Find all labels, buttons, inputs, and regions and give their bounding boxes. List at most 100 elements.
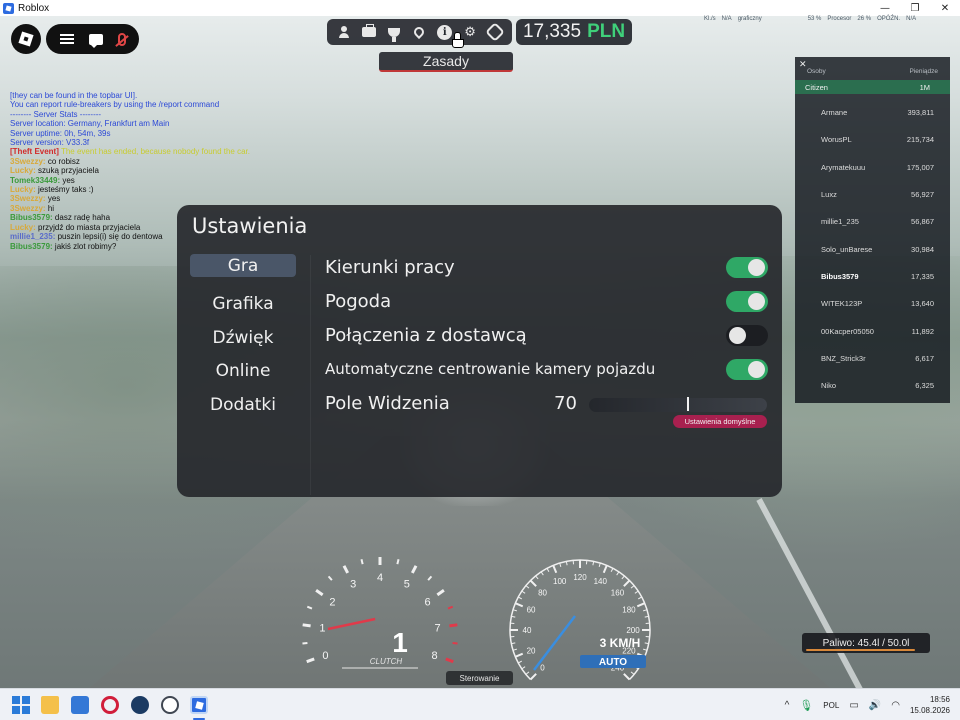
info-icon: i [437, 24, 453, 40]
leaderboard-row[interactable]: Arymatekuuu 175,007 [795, 154, 950, 181]
reset-defaults-button[interactable]: Ustawienia domyślne [673, 415, 767, 428]
volume-icon[interactable]: 🔊 [869, 700, 881, 711]
language-indicator[interactable]: POL [823, 701, 839, 710]
tray-chevron-icon[interactable]: ^ [785, 700, 790, 711]
chat-text: przyjdź do miasta przyjaciela [38, 222, 141, 232]
wifi-icon[interactable]: ◠ [891, 700, 900, 711]
chat-line: Server uptime: 0h, 54m, 39s [10, 129, 300, 138]
settings-tab-online[interactable]: Online [190, 355, 296, 389]
profile-button[interactable] [335, 23, 353, 41]
player-name: WITEK123P [821, 299, 863, 309]
speed-tick-label: 180 [622, 606, 636, 615]
rpm-tick-label: 1 [319, 622, 325, 634]
chat-text: puszin lepsi(i) się do dentowa [57, 232, 163, 242]
hamburger-menu-icon[interactable] [59, 34, 74, 44]
start-windows-icon[interactable] [12, 696, 30, 714]
speed-tick-label: 200 [626, 626, 640, 635]
leaderboard-row[interactable]: Bibus3579 17,335 [795, 263, 950, 290]
trophy-icon [388, 27, 401, 42]
battery-icon[interactable]: ▭ [849, 700, 858, 711]
option-job-directions: Kierunki pracy [325, 252, 768, 282]
mic-muted-icon[interactable] [117, 32, 126, 46]
opera-browser-icon[interactable] [101, 696, 119, 714]
settings-tab-gra[interactable]: Gra [190, 254, 296, 277]
supplier-calls-toggle[interactable] [726, 324, 768, 346]
player-name: Solo_unBarese [821, 244, 873, 254]
fuel-indicator: Paliwo: 45.4l / 50.0l [802, 633, 930, 653]
chat-text: You can report rule-breakers by using th… [10, 100, 220, 110]
leaderboard-row[interactable]: BNZ_Strick3r 6,617 [795, 345, 950, 372]
speed-tick-label: 120 [573, 573, 587, 582]
fov-slider[interactable] [589, 397, 767, 412]
rpm-needle [327, 617, 376, 631]
rpm-tick [447, 605, 454, 610]
speed-tick [521, 590, 526, 594]
chat-icon[interactable] [88, 33, 103, 48]
leaderboard-row[interactable]: Luxz 56,927 [795, 181, 950, 208]
speed-tick [518, 596, 523, 600]
close-button[interactable]: ✕ [930, 0, 960, 16]
leaderboard-row[interactable]: WorusPL 215,734 [795, 126, 950, 153]
team-row[interactable]: Citizen 1M [795, 80, 950, 94]
speed-tick [552, 564, 558, 574]
weather-toggle[interactable] [726, 290, 768, 312]
leaderboard-row[interactable]: Solo_unBarese 30,984 [795, 235, 950, 262]
settings-divider [310, 255, 311, 495]
chat-text: [they can be found in the topbar UI]. [10, 91, 138, 100]
player-money: 175,007 [906, 162, 934, 172]
maximize-button[interactable]: ❐ [900, 0, 930, 16]
chat-author: 3Swezzy: [10, 194, 46, 204]
player-name: millie1_235 [821, 217, 859, 227]
camera-autocenter-toggle[interactable] [726, 358, 768, 380]
rpm-tick-label: 6 [424, 597, 430, 609]
settings-dialog: Ustawienia Gra Grafika Dźwięk Online Dodatki… [177, 205, 782, 497]
settings-nav: Gra Grafika Dźwięk Online Dodatki [190, 254, 296, 422]
money-currency: PLN [587, 21, 626, 42]
leaderboard-row[interactable]: 00Kacper05050 11,892 [795, 317, 950, 344]
map-button[interactable] [410, 23, 428, 41]
option-label: Pogoda [325, 290, 392, 312]
fov-slider-thumb[interactable] [686, 397, 689, 411]
player-money: 393,811 [907, 108, 934, 118]
steam-icon[interactable] [131, 696, 149, 714]
speed-tick [623, 579, 631, 587]
chat-text: co robisz [47, 156, 80, 166]
speed-needle [533, 615, 576, 671]
option-supplier-calls: Połączenia z dostawcą [325, 320, 768, 350]
achievements-button[interactable] [385, 23, 403, 42]
roblox-taskbar-icon[interactable] [190, 696, 208, 714]
discord-icon[interactable] [161, 696, 179, 714]
performance-stats: Kl./s N/A graficzny 53 % Procesor 26 % O… [704, 16, 916, 22]
job-directions-toggle[interactable] [726, 256, 768, 278]
speed-tick [535, 575, 539, 580]
steering-button[interactable]: Sterowanie [446, 671, 513, 685]
windows-taskbar: ^ 🎙 POL ▭ 🔊 ◠ 18:56 15.08.2026 [0, 688, 960, 720]
settings-tab-dodatki[interactable]: Dodatki [190, 388, 296, 422]
player-money: 6,325 [915, 381, 934, 391]
store-icon[interactable] [71, 696, 89, 714]
speed-tick [565, 561, 568, 566]
clock[interactable]: 18:56 15.08.2026 [910, 694, 950, 716]
file-explorer-icon[interactable] [41, 696, 59, 714]
roblox-menu-button[interactable] [11, 24, 41, 54]
transmission-label: AUTO [599, 657, 627, 668]
jobs-button[interactable] [360, 23, 378, 41]
perf-item: Procesor [827, 16, 852, 22]
minimize-button[interactable]: — [870, 0, 900, 16]
leaderboard-row[interactable]: millie1_235 56,867 [795, 208, 950, 235]
leaderboard-row[interactable]: WITEK123P 13,640 [795, 290, 950, 317]
leaderboard-row[interactable]: Niko 6,325 [795, 372, 950, 399]
settings-tab-grafika[interactable]: Grafika [190, 288, 296, 322]
player-name: WorusPL [821, 135, 852, 145]
leaderboard-row[interactable]: Armane 393,811 [795, 99, 950, 126]
microphone-icon[interactable]: 🎙 [799, 699, 813, 712]
window-title: Roblox [18, 2, 50, 14]
settings-tab-dźwięk[interactable]: Dźwięk [190, 321, 296, 355]
speed-tick [512, 609, 517, 612]
option-label: Połączenia z dostawcą [325, 324, 527, 346]
rpm-tick [452, 641, 458, 645]
rules-button[interactable]: Zasady [379, 52, 513, 72]
speed-tick [525, 585, 530, 589]
robux-button[interactable] [485, 22, 506, 42]
speed-tick [643, 648, 648, 651]
